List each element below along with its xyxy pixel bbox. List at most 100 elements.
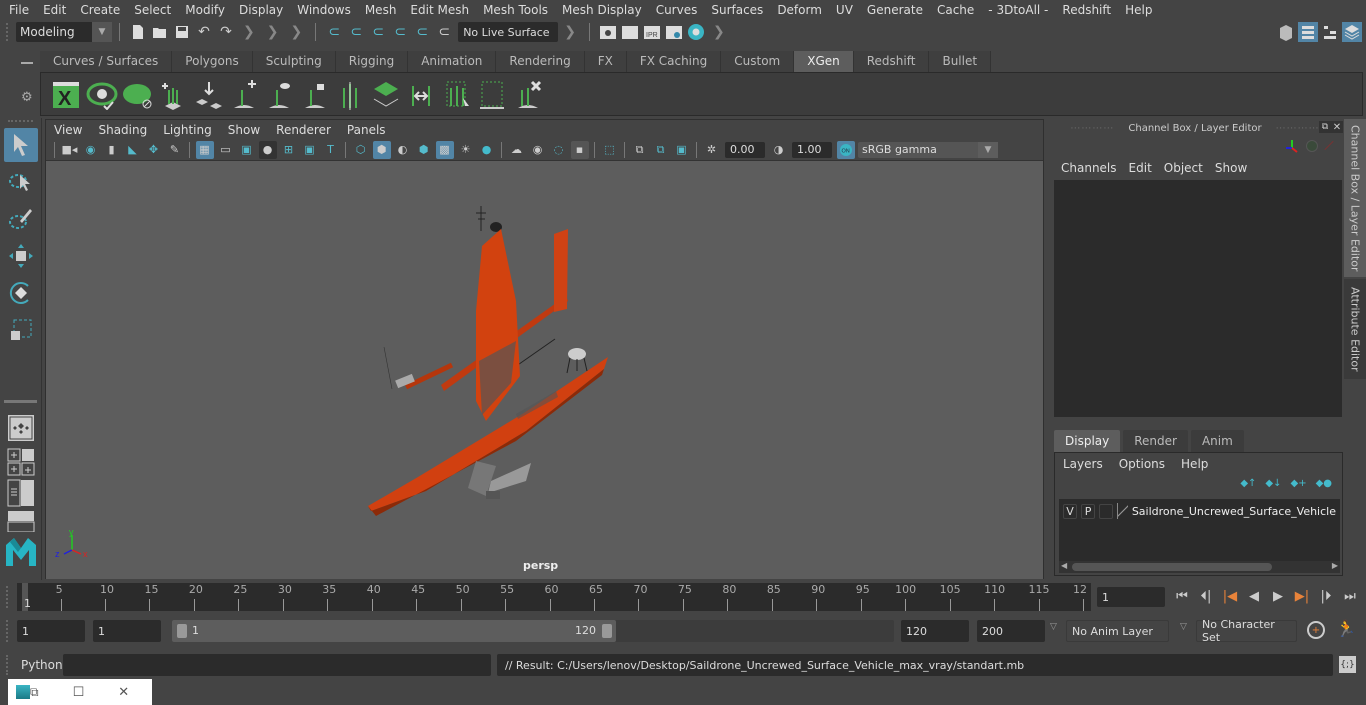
rotate-tool[interactable] — [4, 276, 38, 310]
scrollbar-thumb[interactable] — [1072, 563, 1272, 571]
layer-playback-toggle[interactable]: P — [1081, 503, 1096, 519]
menu-mesh-display[interactable]: Mesh Display — [555, 3, 649, 17]
script-editor-icon[interactable]: {;} — [1339, 656, 1356, 673]
new-scene-icon[interactable] — [128, 22, 148, 42]
xgen-clear-preview-icon[interactable] — [120, 77, 154, 111]
collapse-arrow-icon[interactable]: ❯ — [564, 24, 576, 40]
channel-box-menu-show[interactable]: Show — [1209, 161, 1253, 175]
resolution-gate-icon[interactable]: ▣ — [238, 141, 256, 159]
layer-visibility-toggle[interactable]: V — [1063, 503, 1078, 519]
attribute-editor-toggle-icon[interactable] — [1298, 22, 1318, 42]
step-forward-key-icon[interactable]: ▶| — [1292, 586, 1312, 606]
shelf-tab-xgen[interactable]: XGen — [794, 51, 854, 72]
collapse-arrow-icon[interactable]: ❯ — [713, 24, 725, 40]
collapse-arrow-icon[interactable]: ❯ — [290, 24, 302, 40]
viewport-menu-view[interactable]: View — [46, 123, 90, 137]
menu-mesh[interactable]: Mesh — [358, 3, 404, 17]
xgen-guides-mirror-icon[interactable] — [333, 77, 367, 111]
move-layer-up-icon[interactable]: ◆↑ — [1240, 478, 1256, 489]
scroll-left-icon[interactable]: ◀ — [1061, 561, 1067, 570]
shelf-tab-curves-surfaces[interactable]: Curves / Surfaces — [40, 51, 173, 72]
menu-file[interactable]: File — [0, 3, 36, 17]
save-scene-icon[interactable] — [172, 22, 192, 42]
timeline-track[interactable]: 1 5 10 15 20 25 30 35 40 45 50 55 60 65 70 75 80 85 90 95 1… — [17, 583, 1091, 611]
snap-to-point-icon[interactable]: ⊂ — [368, 22, 388, 42]
layer-menu-layers[interactable]: Layers — [1063, 457, 1111, 471]
xgen-grid-patch-icon[interactable] — [369, 77, 403, 111]
snap-to-view-plane-icon[interactable]: ⊂ — [390, 22, 410, 42]
menu-surfaces[interactable]: Surfaces — [704, 3, 770, 17]
status-line-grip[interactable] — [6, 23, 10, 41]
xgen-add-guide-icon[interactable] — [227, 77, 261, 111]
redo-icon[interactable]: ↷ — [216, 22, 236, 42]
gamma-icon[interactable]: ◑ — [770, 141, 788, 159]
grid-toggle-icon[interactable]: ▦ — [195, 140, 214, 159]
layer-horizontal-scrollbar[interactable]: ◀ ▶ — [1059, 561, 1340, 573]
shelf-tab-rendering[interactable]: Rendering — [496, 51, 585, 72]
render-view-icon[interactable] — [598, 22, 618, 42]
viewport-canvas[interactable]: y x z persp — [46, 161, 1043, 579]
shelf-tab-fx[interactable]: FX — [584, 51, 627, 72]
xray-joints-icon[interactable]: ▣ — [673, 141, 691, 159]
shelf-tab-bullet[interactable]: Bullet — [929, 51, 992, 72]
tool-settings-toggle-icon[interactable] — [1320, 22, 1340, 42]
title-grip[interactable]: ⋯⋯⋯⋯ — [1276, 123, 1320, 134]
anim-layer-dropdown-icon[interactable]: ▽ — [1050, 622, 1057, 632]
render-settings-icon[interactable] — [664, 22, 684, 42]
speed-icon[interactable] — [1306, 140, 1318, 152]
layer-row[interactable]: V P Saildrone_Uncrewed_Surface_Vehicle — [1059, 501, 1340, 521]
layer-menu-options[interactable]: Options — [1119, 457, 1173, 471]
anim-layer-select[interactable]: No Anim Layer — [1066, 620, 1169, 642]
layer-tab-display[interactable]: Display — [1054, 430, 1121, 452]
undo-icon[interactable]: ↶ — [194, 22, 214, 42]
step-forward-frame-icon[interactable]: |⏵ — [1316, 586, 1336, 606]
menu-curves[interactable]: Curves — [649, 3, 705, 17]
play-backwards-icon[interactable]: ◀ — [1244, 586, 1264, 606]
collapse-arrow-icon[interactable]: ❯ — [267, 24, 279, 40]
four-view-layout-button[interactable] — [4, 448, 38, 476]
paint-select-tool[interactable] — [4, 202, 38, 236]
image-plane-icon[interactable]: ◣ — [124, 141, 142, 159]
menu-cache[interactable]: Cache — [930, 3, 981, 17]
xgen-preview-icon[interactable] — [85, 77, 119, 111]
menu-mesh-tools[interactable]: Mesh Tools — [476, 3, 555, 17]
viewport-menu-renderer[interactable]: Renderer — [268, 123, 339, 137]
play-forwards-icon[interactable]: ▶ — [1268, 586, 1288, 606]
viewport-menu-show[interactable]: Show — [220, 123, 268, 137]
xgen-add-guides-icon[interactable] — [156, 77, 190, 111]
xgen-guide-bounds-icon[interactable] — [475, 77, 509, 111]
menu-select[interactable]: Select — [127, 3, 178, 17]
textured-icon[interactable]: ▩ — [435, 140, 454, 159]
wireframe-on-shaded-icon[interactable]: ⬢ — [415, 141, 433, 159]
xray-active-components-icon[interactable]: ⧉ — [652, 141, 670, 159]
shelf-tab-animation[interactable]: Animation — [408, 51, 497, 72]
menu-help[interactable]: Help — [1118, 3, 1159, 17]
isolate-select-icon[interactable]: ⬚ — [601, 141, 619, 159]
single-perspective-layout-button[interactable] — [4, 411, 38, 445]
command-input[interactable] — [63, 654, 491, 676]
scale-tool[interactable] — [4, 313, 38, 347]
range-slider-handle[interactable]: 1 120 — [172, 620, 616, 642]
range-end-grip[interactable] — [602, 624, 612, 638]
close-window-icon[interactable]: ✕ — [118, 685, 129, 700]
viewport-menu-shading[interactable]: Shading — [90, 123, 155, 137]
menu-uv[interactable]: UV — [829, 3, 860, 17]
move-tool[interactable] — [4, 239, 38, 273]
shelf-settings-gear-icon[interactable]: ⚙ — [21, 90, 33, 105]
menu-3dtoall[interactable]: - 3DtoAll - — [981, 3, 1055, 17]
depth-of-field-icon[interactable]: ▪ — [570, 140, 589, 159]
snap-to-curve-icon[interactable]: ⊂ — [346, 22, 366, 42]
shelf-tab-redshift[interactable]: Redshift — [853, 51, 930, 72]
close-icon[interactable]: ✕ — [1331, 121, 1343, 133]
go-to-start-icon[interactable]: ⏮ — [1172, 586, 1192, 606]
field-chart-icon[interactable]: ⊞ — [280, 141, 298, 159]
xgen-show-guides-icon[interactable] — [262, 77, 296, 111]
animation-end-field[interactable]: 200 — [977, 620, 1045, 642]
shelf-tab-custom[interactable]: Custom — [721, 51, 795, 72]
menu-edit-mesh[interactable]: Edit Mesh — [403, 3, 476, 17]
channel-box-menu-object[interactable]: Object — [1158, 161, 1209, 175]
channel-box-menu-edit[interactable]: Edit — [1123, 161, 1158, 175]
persp-graph-layout-button[interactable] — [4, 510, 38, 532]
bookmark-icon[interactable]: ▮ — [103, 141, 121, 159]
smooth-shade-icon[interactable]: ⬢ — [372, 140, 391, 159]
